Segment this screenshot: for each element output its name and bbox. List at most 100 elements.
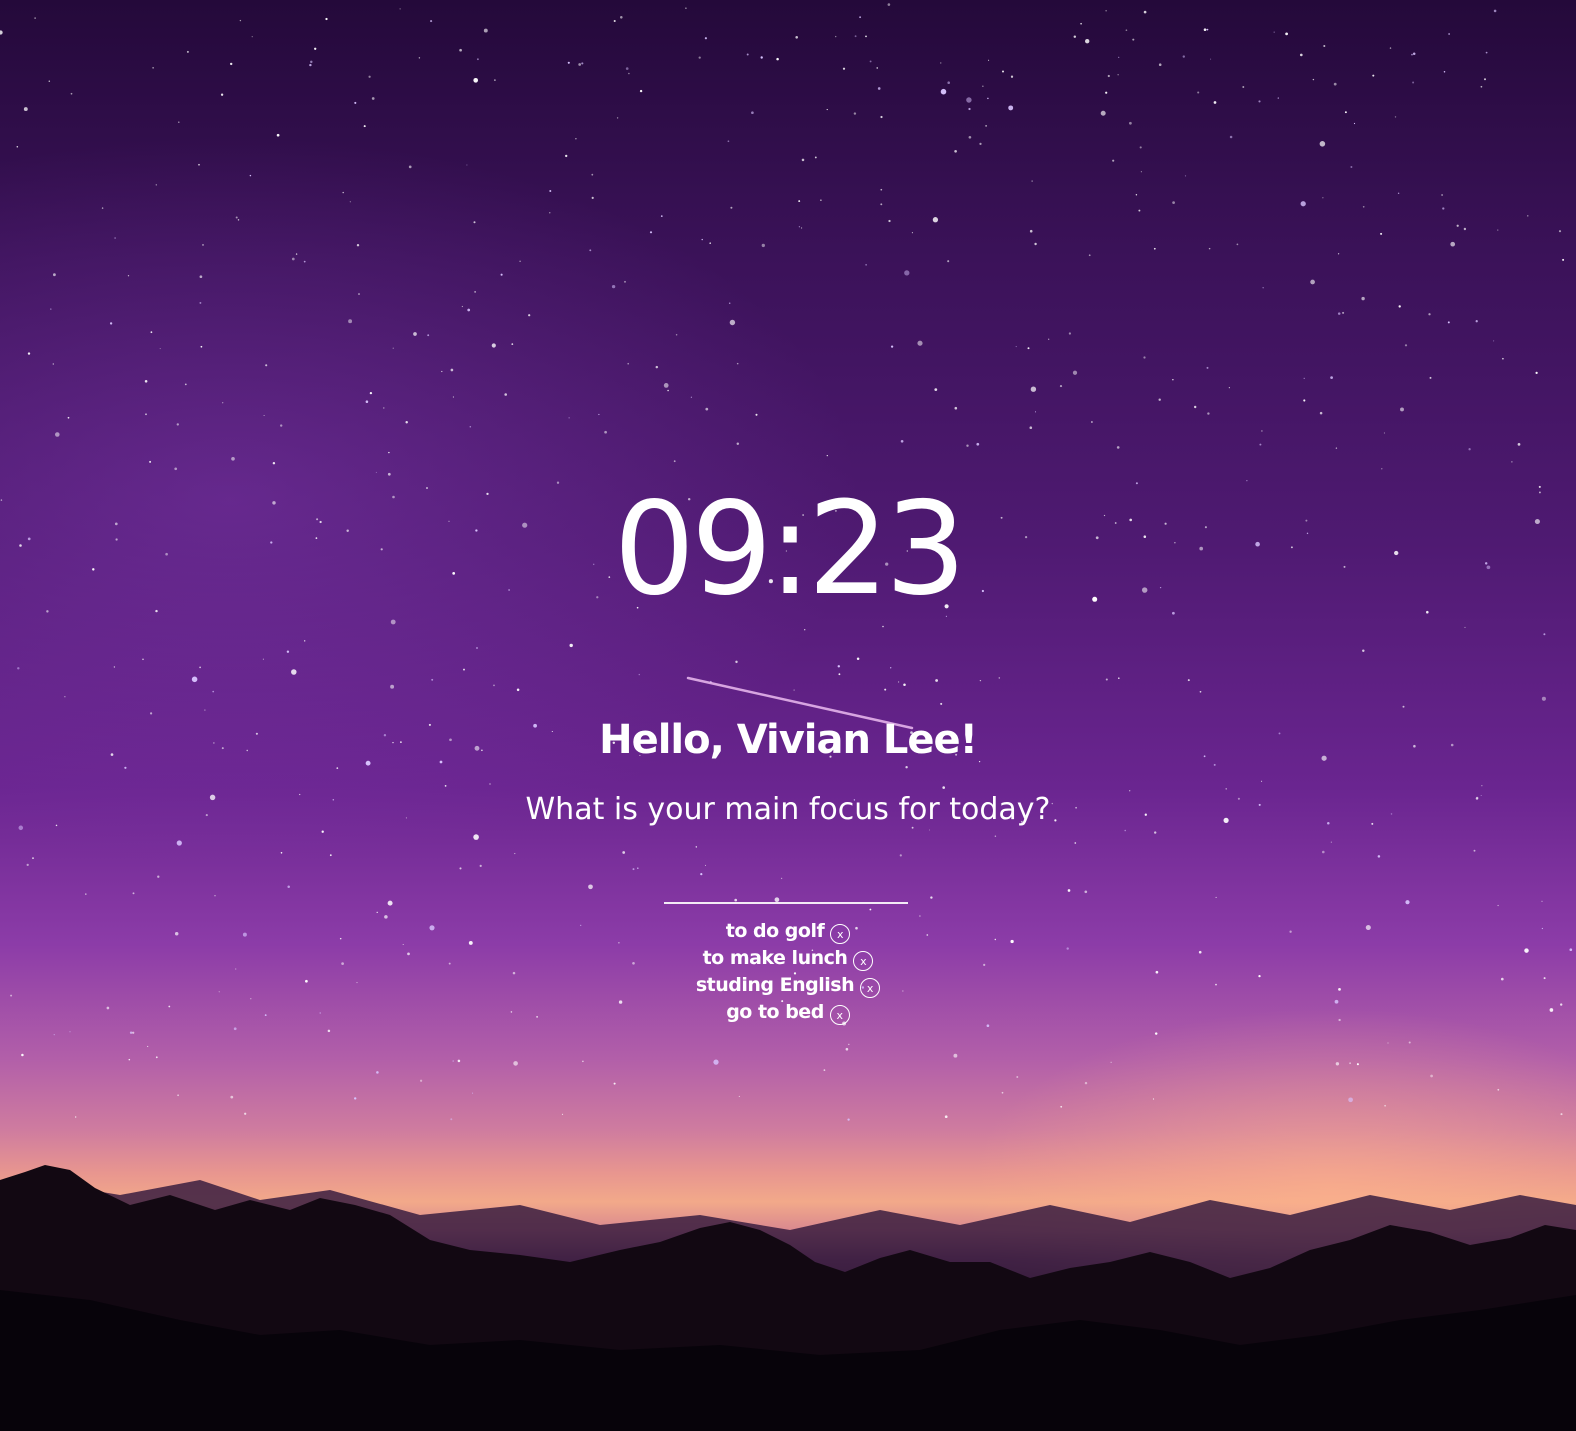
star — [390, 684, 395, 689]
star — [1236, 243, 1239, 246]
star — [249, 174, 252, 177]
star — [1060, 1105, 1063, 1108]
star — [157, 875, 160, 878]
star — [314, 47, 317, 50]
star — [575, 138, 577, 140]
star — [387, 900, 393, 906]
star — [713, 1059, 719, 1065]
star — [930, 896, 933, 899]
star — [701, 238, 703, 241]
star — [336, 767, 339, 769]
star — [1511, 461, 1513, 463]
star — [884, 688, 887, 691]
todo-item: to do golf x — [0, 918, 1576, 945]
star — [1475, 320, 1478, 323]
star — [476, 647, 478, 649]
star — [392, 347, 394, 349]
star — [1118, 56, 1120, 58]
star — [199, 666, 202, 669]
star — [869, 908, 872, 911]
delete-todo-button[interactable]: x — [860, 977, 881, 998]
star — [1080, 22, 1082, 25]
star — [1100, 110, 1106, 116]
star — [985, 125, 987, 127]
star — [1350, 166, 1353, 168]
star — [847, 1118, 850, 1121]
star — [70, 92, 73, 95]
star — [177, 1094, 179, 1097]
star — [1124, 829, 1126, 832]
star — [1139, 146, 1142, 149]
star — [152, 67, 154, 69]
star — [127, 275, 130, 277]
star — [1493, 340, 1495, 342]
star — [1441, 194, 1444, 196]
star — [1330, 841, 1332, 843]
star — [1562, 258, 1565, 261]
star — [1029, 426, 1033, 430]
star — [291, 257, 295, 261]
star — [1337, 312, 1341, 315]
star — [191, 676, 198, 683]
star — [27, 352, 31, 355]
star — [1480, 85, 1483, 88]
star — [1277, 97, 1279, 99]
star — [903, 683, 906, 687]
star — [1187, 679, 1190, 682]
star — [761, 243, 765, 248]
star — [459, 867, 462, 870]
focus-input[interactable] — [664, 866, 908, 904]
star — [968, 135, 972, 139]
star — [776, 57, 779, 61]
star — [1182, 55, 1185, 58]
star — [705, 407, 709, 411]
delete-todo-button[interactable]: x — [853, 950, 874, 971]
star — [932, 217, 939, 223]
star — [569, 643, 573, 648]
star — [418, 57, 421, 59]
star — [452, 1060, 455, 1062]
star — [295, 253, 298, 255]
star — [491, 343, 496, 348]
star — [1125, 29, 1128, 32]
star — [940, 702, 943, 705]
star — [280, 424, 283, 427]
star — [1048, 338, 1050, 340]
star — [1464, 626, 1466, 628]
star — [947, 81, 950, 84]
star — [450, 1118, 453, 1121]
star — [880, 115, 883, 119]
star — [144, 380, 148, 383]
star — [1483, 78, 1487, 81]
star — [155, 1056, 158, 1059]
star — [625, 67, 629, 70]
todo-text: to do golf — [725, 920, 825, 942]
star — [450, 368, 454, 372]
star — [75, 1116, 77, 1118]
star — [823, 1069, 826, 1071]
delete-todo-button[interactable]: x — [829, 1004, 850, 1025]
star — [1428, 313, 1431, 316]
star — [966, 444, 969, 447]
delete-todo-button[interactable]: x — [830, 923, 851, 944]
star — [934, 388, 938, 391]
star — [1206, 28, 1209, 31]
star — [244, 1112, 247, 1115]
star — [1184, 175, 1187, 177]
star — [898, 681, 900, 683]
star — [1527, 215, 1529, 217]
star — [1034, 242, 1037, 246]
star — [1303, 399, 1306, 402]
star — [1398, 305, 1401, 308]
star — [304, 640, 306, 642]
star — [286, 650, 290, 653]
star — [1140, 171, 1142, 173]
star — [85, 893, 87, 895]
star — [624, 280, 626, 283]
star — [430, 20, 433, 23]
star — [354, 101, 357, 104]
star — [1154, 831, 1157, 834]
star — [220, 93, 224, 96]
star — [876, 67, 878, 69]
star — [848, 1043, 850, 1046]
